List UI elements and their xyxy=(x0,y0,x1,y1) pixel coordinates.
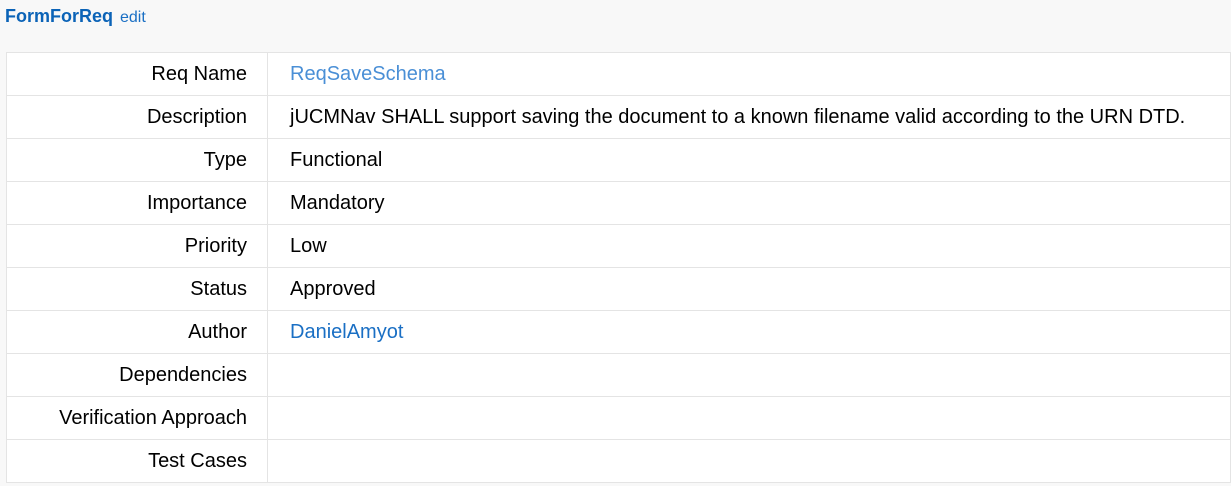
edit-link[interactable]: edit xyxy=(120,9,146,27)
dependencies-label: Dependencies xyxy=(6,353,268,397)
row-test-cases: Test Cases xyxy=(6,439,1231,483)
importance-value: Mandatory xyxy=(267,181,1231,225)
requirement-form-table: Req Name ReqSaveSchema Description jUCMN… xyxy=(6,52,1231,483)
importance-label: Importance xyxy=(6,181,268,225)
req-name-link[interactable]: ReqSaveSchema xyxy=(290,63,446,85)
row-req-name: Req Name ReqSaveSchema xyxy=(6,52,1231,96)
description-label: Description xyxy=(6,95,268,139)
verification-approach-label: Verification Approach xyxy=(6,396,268,440)
dependencies-value xyxy=(267,353,1231,397)
priority-label: Priority xyxy=(6,224,268,268)
verification-approach-value xyxy=(267,396,1231,440)
req-name-value-cell: ReqSaveSchema xyxy=(267,52,1231,96)
row-importance: Importance Mandatory xyxy=(6,181,1231,225)
author-value-cell: DanielAmyot xyxy=(267,310,1231,354)
author-label: Author xyxy=(6,310,268,354)
row-status: Status Approved xyxy=(6,267,1231,311)
row-type: Type Functional xyxy=(6,138,1231,182)
type-label: Type xyxy=(6,138,268,182)
status-label: Status xyxy=(6,267,268,311)
row-dependencies: Dependencies xyxy=(6,353,1231,397)
form-header: FormForReq edit xyxy=(5,6,146,30)
row-priority: Priority Low xyxy=(6,224,1231,268)
req-name-label: Req Name xyxy=(6,52,268,96)
row-verification-approach: Verification Approach xyxy=(6,396,1231,440)
description-value: jUCMNav SHALL support saving the documen… xyxy=(267,95,1231,139)
status-value: Approved xyxy=(267,267,1231,311)
row-author: Author DanielAmyot xyxy=(6,310,1231,354)
type-value: Functional xyxy=(267,138,1231,182)
form-title-link[interactable]: FormForReq xyxy=(5,6,113,27)
priority-value: Low xyxy=(267,224,1231,268)
row-description: Description jUCMNav SHALL support saving… xyxy=(6,95,1231,139)
author-link[interactable]: DanielAmyot xyxy=(290,321,403,343)
test-cases-label: Test Cases xyxy=(6,439,268,483)
test-cases-value xyxy=(267,439,1231,483)
